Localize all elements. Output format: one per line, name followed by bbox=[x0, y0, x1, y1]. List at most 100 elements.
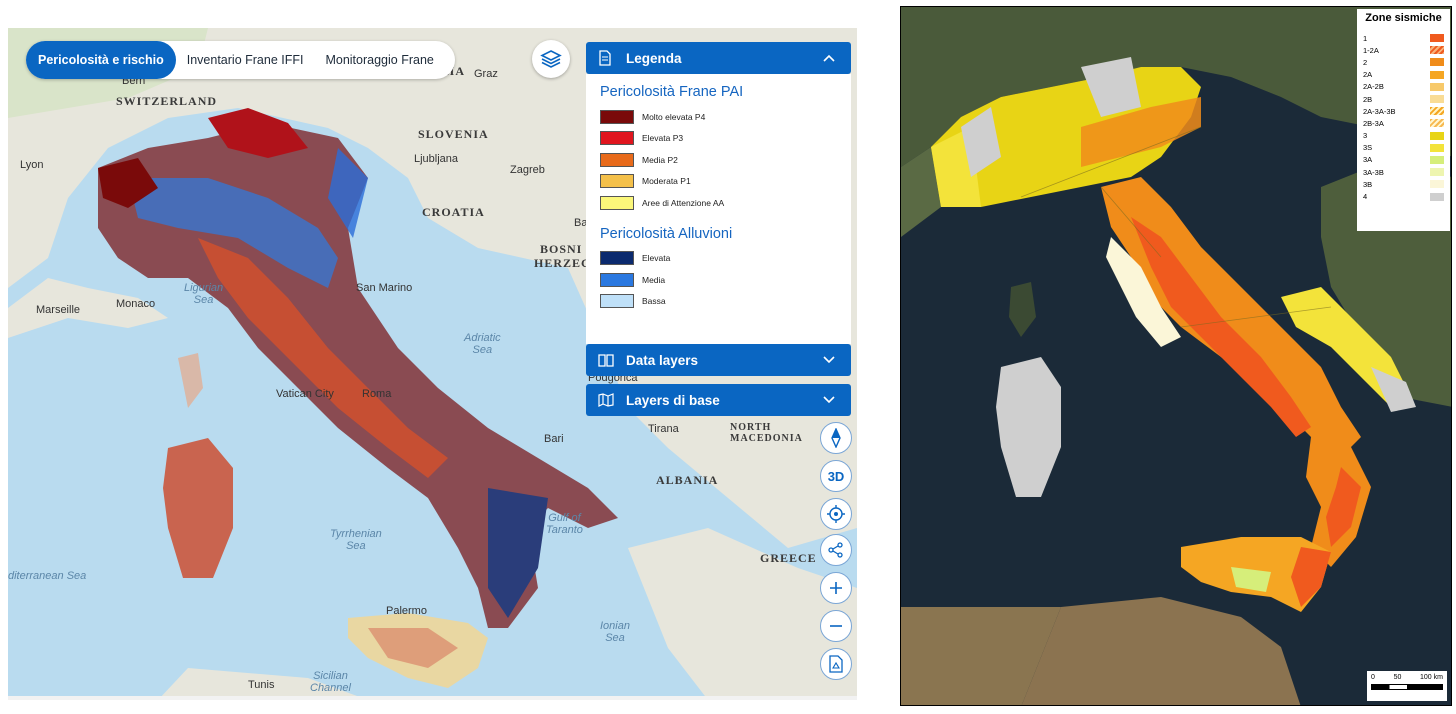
scale-line bbox=[1371, 684, 1443, 690]
data-layers-header[interactable]: Data layers bbox=[586, 344, 851, 376]
seismic-zone-row: 2A-2B bbox=[1363, 81, 1444, 93]
seismic-zone-swatch bbox=[1430, 119, 1444, 128]
seismic-zone-swatch bbox=[1430, 46, 1444, 55]
label-albania: ALBANIA bbox=[656, 473, 719, 487]
data-layers-title: Data layers bbox=[626, 352, 699, 368]
locate-icon bbox=[827, 505, 845, 523]
seismic-zone-swatch bbox=[1430, 168, 1444, 177]
map-icon bbox=[598, 391, 616, 409]
tab-pericolosita-rischio[interactable]: Pericolosità e rischio bbox=[26, 41, 176, 79]
chevron-down-icon[interactable] bbox=[823, 396, 837, 404]
label-north-macedonia: NORTH MACEDONIA bbox=[730, 422, 803, 444]
seismic-zone-label: 3S bbox=[1363, 143, 1373, 153]
seismic-zone-label: 2 bbox=[1363, 57, 1368, 67]
zoom-out-icon bbox=[830, 625, 842, 627]
seismic-zone-swatch bbox=[1430, 131, 1444, 140]
seismic-zone-row: 3B bbox=[1363, 178, 1444, 190]
seismic-zone-row: 3 bbox=[1363, 130, 1444, 142]
landslide-legend-row: Elevata P3 bbox=[600, 128, 837, 150]
label-tirana: Tirana bbox=[648, 423, 679, 435]
chevron-down-icon[interactable] bbox=[823, 356, 837, 364]
seismic-zones-map[interactable]: Zone sismiche 1 1-2A 2 2A 2A-2B 2B 2A-3A-3B 2B-… bbox=[900, 6, 1452, 706]
attribution-bar bbox=[8, 696, 857, 700]
flood-legend-label: Media bbox=[642, 274, 666, 285]
seismic-zone-row: 1-2A bbox=[1363, 44, 1444, 56]
landslide-legend-swatch bbox=[600, 174, 634, 189]
base-layers-title: Layers di base bbox=[626, 392, 720, 408]
zoom-in-icon bbox=[830, 582, 842, 594]
seismic-zone-label: 3 bbox=[1363, 131, 1368, 141]
seismic-zone-swatch bbox=[1430, 192, 1444, 201]
landslide-legend-swatch bbox=[600, 195, 634, 210]
legend-landslide-title: Pericolosità Frane PAI bbox=[600, 84, 744, 100]
zoom-in-button[interactable] bbox=[820, 572, 852, 604]
landslide-legend-swatch bbox=[600, 109, 634, 124]
layers-button[interactable] bbox=[532, 40, 570, 78]
seismic-zone-row: 2A bbox=[1363, 69, 1444, 81]
landslide-legend-label: Media P2 bbox=[642, 154, 678, 165]
print-icon bbox=[829, 655, 843, 673]
flood-legend-row: Elevata bbox=[600, 248, 837, 270]
label-croatia: CROATIA bbox=[422, 205, 485, 219]
legend-title: Legenda bbox=[626, 50, 682, 66]
seismic-zone-label: 1 bbox=[1363, 33, 1368, 43]
compass-button[interactable] bbox=[820, 422, 852, 454]
seismic-zone-row: 4 bbox=[1363, 190, 1444, 202]
label-bosnia: BOSNI bbox=[540, 242, 583, 256]
seismic-zone-swatch bbox=[1430, 180, 1444, 189]
seismic-zone-swatch bbox=[1430, 143, 1444, 152]
label-slovenia: SLOVENIA bbox=[418, 127, 489, 141]
landslide-legend-label: Moderata P1 bbox=[642, 176, 691, 187]
tab-inventario-frane[interactable]: Inventario Frane IFFI bbox=[176, 41, 315, 79]
map-tabs: Pericolosità e rischio Inventario Frane … bbox=[26, 41, 455, 79]
zoom-out-button[interactable] bbox=[820, 610, 852, 642]
seismic-zone-label: 2B bbox=[1363, 94, 1373, 104]
legend-header[interactable]: Legenda bbox=[586, 42, 851, 74]
flood-legend-row: Bassa bbox=[600, 291, 837, 313]
tab-monitoraggio-frane[interactable]: Monitoraggio Frane bbox=[314, 41, 444, 79]
label-ionian-sea: Ionian Sea bbox=[600, 620, 630, 644]
base-layers-header[interactable]: Layers di base bbox=[586, 384, 851, 416]
share-button[interactable] bbox=[820, 534, 852, 566]
seismic-legend: Zone sismiche 1 1-2A 2 2A 2A-2B 2B 2A-3A-3B 2B-… bbox=[1357, 9, 1450, 231]
seismic-zone-row: 1 bbox=[1363, 32, 1444, 44]
label-palermo: Palermo bbox=[386, 605, 427, 617]
label-gulf-of-taranto: Gulf of Taranto bbox=[546, 512, 583, 536]
seismic-zone-row: 3S bbox=[1363, 142, 1444, 154]
layers-icon bbox=[540, 50, 562, 68]
seismic-zone-swatch bbox=[1430, 34, 1444, 43]
label-ligurian-sea: Ligurian Sea bbox=[184, 282, 224, 306]
hazard-map[interactable]: Bern SWITZERLAND Lyon Graz RIA SLOVENIA … bbox=[8, 28, 857, 700]
label-greece: GREECE bbox=[760, 551, 817, 565]
locate-button[interactable] bbox=[820, 498, 852, 530]
seismic-zone-swatch bbox=[1430, 155, 1444, 164]
seismic-zone-label: 3A bbox=[1363, 155, 1373, 165]
flood-legend-swatch bbox=[600, 294, 634, 309]
label-ljubljana: Ljubljana bbox=[414, 153, 459, 165]
seismic-zone-row: 2B-3A bbox=[1363, 117, 1444, 129]
label-sicilian-channel: Sicilian Channel bbox=[310, 670, 351, 694]
seismic-zone-row: 3A-3B bbox=[1363, 166, 1444, 178]
scale-label-0: 0 bbox=[1371, 674, 1375, 681]
label-marseille: Marseille bbox=[36, 304, 81, 316]
flood-legend-row: Media bbox=[600, 269, 837, 291]
label-vatican: Vatican City bbox=[276, 388, 334, 400]
label-graz: Graz bbox=[474, 68, 498, 80]
print-button[interactable] bbox=[820, 648, 852, 680]
flood-legend-label: Elevata bbox=[642, 253, 671, 264]
flood-legend-swatch bbox=[600, 272, 634, 287]
label-lyon: Lyon bbox=[20, 159, 44, 171]
label-zagreb: Zagreb bbox=[510, 164, 545, 176]
landslide-legend-swatch bbox=[600, 152, 634, 167]
seismic-zone-row: 2A-3A-3B bbox=[1363, 105, 1444, 117]
3d-button[interactable]: 3D bbox=[820, 460, 852, 492]
book-icon bbox=[598, 351, 616, 369]
landslide-legend-label: Molto elevata P4 bbox=[642, 111, 706, 122]
chevron-up-icon[interactable] bbox=[823, 54, 837, 62]
landslide-legend-swatch bbox=[600, 131, 634, 146]
seismic-zone-label: 3B bbox=[1363, 179, 1373, 189]
page-heading-fragment bbox=[150, 0, 480, 8]
label-roma: Roma bbox=[362, 388, 392, 400]
seismic-zone-swatch bbox=[1430, 58, 1444, 67]
seismic-zone-label: 3A-3B bbox=[1363, 167, 1384, 177]
